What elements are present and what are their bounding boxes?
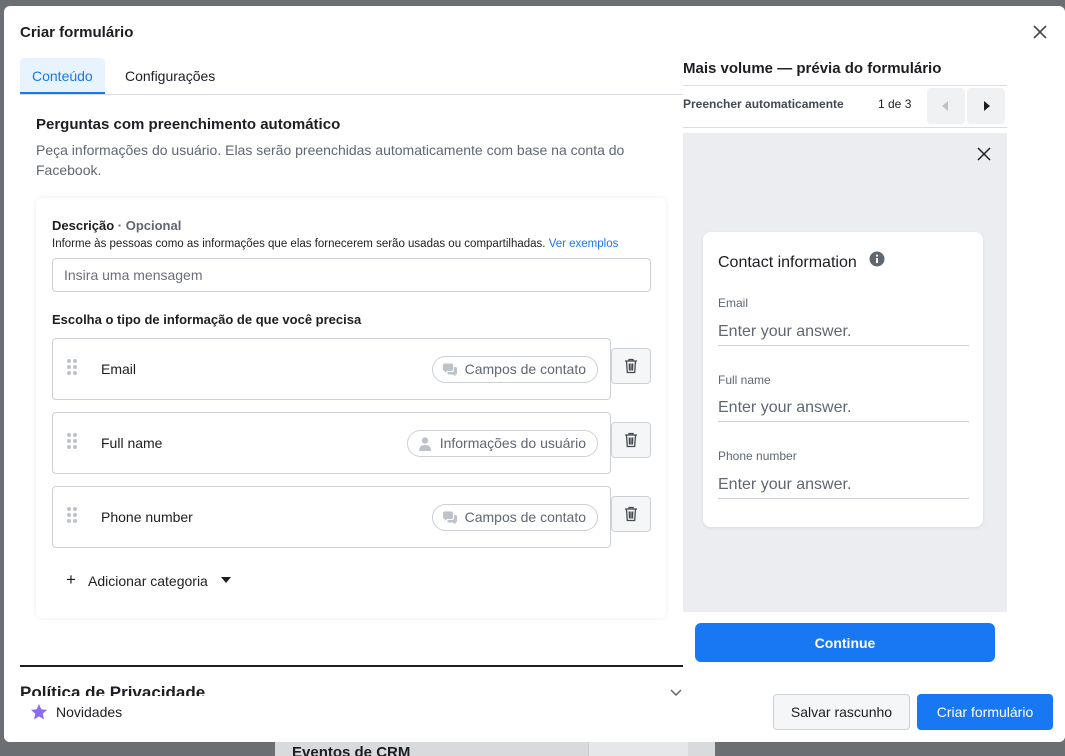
preview-email-input[interactable] [718,318,969,346]
create-form-button[interactable]: Criar formulário [917,694,1053,730]
description-help-text: Informe às pessoas como as informações q… [52,238,546,250]
preview-field-label: Phone number [718,449,797,463]
backdrop-button [588,740,688,756]
dialog-footer: Novidades Salvar rascunho Criar formulár… [4,694,1065,742]
preview-toolbar: Preencher automaticamente 1 de 3 [683,85,1007,128]
add-category-label: Adicionar categoria [88,573,208,589]
tab-bar: Conteúdo Configurações [20,58,683,95]
info-icon[interactable] [869,251,885,267]
triangle-left-icon [942,101,948,111]
news-label: Novidades [56,704,123,720]
question-name: Phone number [101,509,193,525]
drag-handle-icon[interactable] [67,359,79,377]
category-badge-label: Informações do usuário [439,435,586,451]
delete-question-button[interactable] [611,348,651,384]
previous-page-button[interactable] [927,88,965,124]
delete-question-button[interactable] [611,422,651,458]
star-icon [31,704,47,720]
privacy-policy-heading[interactable]: Política de Privacidade [20,683,205,696]
create-form-dialog: Criar formulário Conteúdo Configurações … [4,6,1065,742]
chat-bubbles-icon [442,363,457,377]
see-examples-link[interactable]: Ver exemplos [549,238,619,250]
description-help: Informe às pessoas como as informações q… [52,238,618,250]
optional-tag: · Opcional [117,218,182,233]
category-badge-label: Campos de contato [464,509,586,525]
dialog-title: Criar formulário [20,24,134,41]
preview-field-label: Email [718,296,749,310]
preview-full-name-input[interactable] [718,394,969,422]
person-icon [418,437,431,451]
question-row-email: Email Campos de contato [52,338,611,400]
backdrop-section-title: Eventos de CRM [292,744,411,756]
close-icon[interactable] [1032,24,1048,40]
contact-info-title: Contact information [718,254,857,271]
category-badge-label: Campos de contato [464,361,586,377]
trash-icon [625,432,637,448]
prefill-description: Peça informações do usuário. Elas serão … [36,142,625,178]
category-badge: Informações do usuário [406,430,598,457]
preview-field-label: Full name [718,373,771,387]
drag-handle-icon[interactable] [67,433,79,451]
tab-settings[interactable]: Configurações [113,58,227,94]
category-badge: Campos de contato [431,504,598,531]
chat-bubbles-icon [442,511,457,525]
choose-info-label: Escolha o tipo de informação de que você… [52,312,362,327]
section-divider [20,665,683,667]
delete-question-button[interactable] [611,496,651,532]
message-input[interactable] [52,258,651,292]
prefill-heading: Perguntas com preenchimento automático [36,116,341,133]
question-row-phone-number: Phone number Campos de contato [52,486,611,548]
tab-content[interactable]: Conteúdo [20,58,105,94]
plus-icon: + [66,570,76,589]
form-preview: Contact information Email Full name Phon… [683,133,1007,612]
preview-title: Mais volume — prévia do formulário [683,60,942,77]
contact-info-card: Contact information Email Full name Phon… [703,232,983,527]
save-draft-button[interactable]: Salvar rascunho [773,694,910,730]
next-page-button[interactable] [967,88,1005,124]
form-editor-panel[interactable]: Perguntas com preenchimento automático P… [20,96,683,696]
drag-handle-icon[interactable] [67,507,79,525]
question-name: Full name [101,435,163,451]
question-row-full-name: Full name Informações do usuário [52,412,611,474]
question-name: Email [101,361,137,377]
description-label-text: Descrição [52,218,115,233]
prefill-card: Descrição · Opcional Informe às pessoas … [36,198,666,618]
caret-down-icon [221,577,231,583]
prefill-label: Preencher automaticamente [683,97,844,111]
triangle-right-icon [984,101,990,111]
trash-icon [625,358,637,374]
close-icon[interactable] [977,147,991,161]
chevron-down-icon[interactable] [670,689,682,696]
trash-icon [625,506,637,522]
page-indicator: 1 de 3 [878,97,912,111]
preview-phone-input[interactable] [718,471,969,499]
continue-button[interactable]: Continue [695,623,995,662]
description-label: Descrição · Opcional [52,218,181,233]
category-badge: Campos de contato [431,356,598,383]
